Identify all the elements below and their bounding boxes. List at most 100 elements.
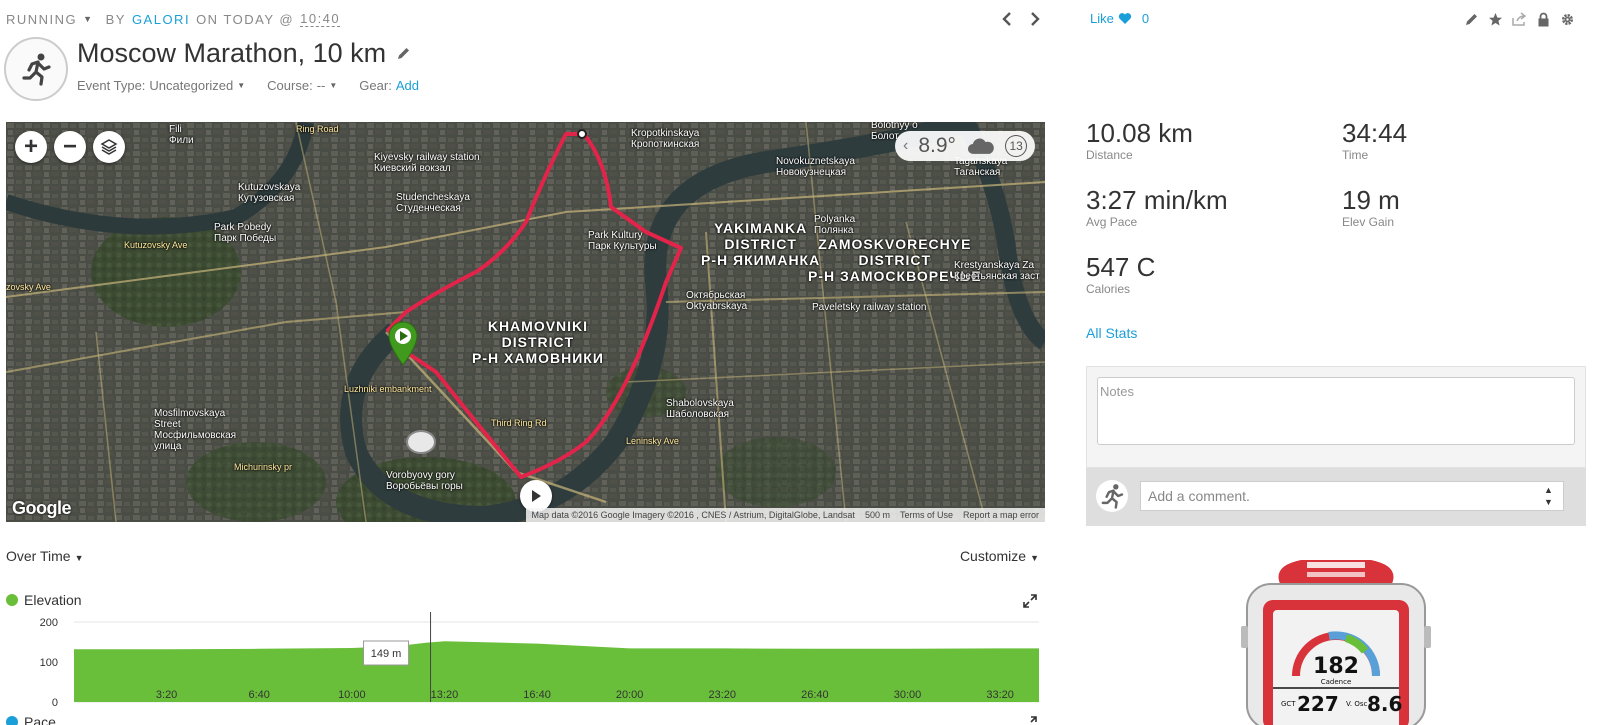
byline-on: ON TODAY @: [196, 11, 295, 27]
expand-icon[interactable]: [1023, 716, 1037, 725]
event-type-label: Event Type:: [77, 78, 146, 93]
chart-legend-pace[interactable]: Pace: [6, 714, 56, 725]
stat-label: Elev Gain: [1342, 215, 1395, 229]
cloud-icon: [967, 138, 994, 154]
watch-gct: 227: [1297, 692, 1339, 716]
notes-panel: Notes: [1086, 366, 1586, 468]
activity-nav: [1000, 10, 1042, 28]
x-tick-label: 20:00: [616, 689, 644, 701]
map-label: Luzhniki embankment: [344, 384, 432, 394]
weather-temperature: 8.9°: [918, 134, 956, 157]
chevron-down-icon: ▼: [329, 81, 338, 90]
stat-value: 547 C: [1086, 252, 1156, 282]
map-label: Paveletsky railway station: [812, 302, 927, 313]
elevation-chart[interactable]: 0 100 200 3:20 6:40 10:00 13:20 16:40 20:00 23:20…: [0, 612, 1045, 712]
google-logo: Google: [12, 498, 72, 518]
stat-value: 34:44: [1342, 118, 1408, 148]
chevron-left-icon[interactable]: ‹: [903, 137, 908, 155]
chart-legend[interactable]: Elevation: [6, 592, 82, 608]
map-label: Kutuzovskaya Кутузовская: [238, 182, 301, 204]
map-label: KHAMOVNIKI DISTRICT Р-Н ХАМОВНИКИ: [472, 318, 604, 366]
stat-time: 34:44 Time: [1342, 118, 1407, 162]
zoom-in-button[interactable]: +: [15, 131, 47, 163]
activity-time[interactable]: 10:40: [300, 11, 341, 27]
terms-link[interactable]: Terms of Use: [900, 510, 953, 520]
zoom-out-button[interactable]: −: [54, 131, 86, 163]
x-tick-label: 30:00: [894, 689, 922, 701]
x-tick-label: 23:20: [709, 689, 737, 701]
stat-label: Distance: [1086, 148, 1133, 162]
chevron-down-icon[interactable]: ▼: [83, 14, 93, 24]
like-area: Like 0: [1090, 11, 1149, 26]
play-icon: [532, 490, 541, 502]
stat-avg-pace: 3:27 min/km Avg Pace: [1086, 185, 1228, 229]
map-label: zovsky Ave: [6, 282, 51, 292]
map-label: Mosfilmovskaya Street Мосфильмовская улица: [154, 408, 237, 452]
lock-icon[interactable]: [1536, 12, 1551, 27]
like-count[interactable]: 0: [1142, 11, 1149, 26]
start-marker-icon[interactable]: [386, 320, 420, 366]
stat-label: Time: [1342, 148, 1369, 162]
watch-value: 182: [1313, 654, 1359, 679]
activity-type-dropdown[interactable]: RUNNING: [6, 12, 77, 27]
course-select[interactable]: Course: -- ▼: [267, 78, 337, 93]
runner-icon: [1101, 484, 1124, 509]
stat-elev-gain: 19 m Elev Gain: [1342, 185, 1400, 229]
comment-input[interactable]: Add a comment.: [1140, 481, 1564, 511]
view-label: Over Time: [6, 548, 71, 564]
notes-field[interactable]: Notes: [1097, 377, 1575, 445]
route-map[interactable]: Fili Фили Ring Road Kiyevsky railway stat…: [6, 122, 1045, 522]
chevron-right-icon[interactable]: [1028, 10, 1042, 28]
page-title[interactable]: Moscow Marathon, 10 km: [77, 38, 386, 69]
x-tick-label: 10:00: [338, 689, 366, 701]
weather-widget[interactable]: ‹ 8.9° 13: [895, 131, 1035, 161]
weather-count-badge: 13: [1005, 135, 1027, 157]
activity-type-avatar: [4, 37, 68, 101]
like-button[interactable]: Like: [1090, 11, 1114, 26]
event-type-select[interactable]: Event Type: Uncategorized ▼: [77, 78, 245, 93]
report-error-link[interactable]: Report a map error: [963, 510, 1039, 520]
map-label: Vorobyovy gory Воробьёвы горы: [386, 470, 463, 492]
y-tick-label: 100: [40, 657, 58, 669]
legend-dot: [6, 716, 18, 725]
map-label: Third Ring Rd: [491, 418, 547, 428]
stat-distance: 10.08 km Distance: [1086, 118, 1193, 162]
chart-controls: Over Time ▼ Customize ▼: [6, 548, 1039, 564]
gear-field: Gear: Add: [359, 78, 419, 93]
stat-label: Calories: [1086, 282, 1131, 296]
legend-label: Pace: [24, 714, 56, 725]
watch-gct-label: GCT: [1281, 700, 1296, 708]
heart-icon[interactable]: [1118, 12, 1132, 25]
event-type-value: Uncategorized: [149, 78, 234, 93]
map-label: Studencheskaya Студенческая: [396, 192, 470, 214]
map-data-credit: Map data ©2016 Google Imagery ©2016 , CN…: [531, 510, 855, 520]
map-label: Kiyevsky railway station Киевский вокзал: [374, 152, 480, 174]
stat-calories: 547 C Calories: [1086, 252, 1155, 296]
share-icon[interactable]: [1512, 12, 1527, 27]
map-label: Novokuznetskaya Новокузнецкая: [776, 156, 855, 178]
watch-vosc: 8.6: [1367, 692, 1402, 716]
gear-icon[interactable]: [1560, 12, 1575, 27]
star-icon[interactable]: [1488, 12, 1503, 27]
view-dropdown[interactable]: Over Time ▼: [6, 548, 84, 564]
comment-spinner[interactable]: ▲ ▼: [1544, 484, 1553, 508]
map-label: Ring Road: [296, 124, 339, 134]
gear-label: Gear:: [359, 78, 392, 93]
customize-dropdown[interactable]: Customize ▼: [960, 548, 1039, 564]
layers-button[interactable]: [93, 131, 125, 163]
expand-icon[interactable]: [1023, 594, 1037, 608]
map-label: Michurinsky pr: [234, 462, 293, 472]
all-stats-link[interactable]: All Stats: [1086, 325, 1137, 341]
add-gear-link[interactable]: Add: [396, 78, 419, 93]
course-label: Course:: [267, 78, 313, 93]
activity-actions: [1464, 12, 1575, 27]
pencil-icon[interactable]: [396, 46, 411, 61]
chevron-left-icon[interactable]: [1000, 10, 1014, 28]
user-link[interactable]: GALORI: [132, 12, 190, 27]
x-tick-label: 26:40: [801, 689, 829, 701]
map-label: Kropotkinskaya Кропоткинская: [631, 128, 700, 150]
watch-vosc-label: V. Osc: [1346, 700, 1367, 708]
x-tick-label: 3:20: [156, 689, 177, 701]
map-scale: 500 m: [864, 510, 890, 520]
pencil-icon[interactable]: [1464, 12, 1479, 27]
